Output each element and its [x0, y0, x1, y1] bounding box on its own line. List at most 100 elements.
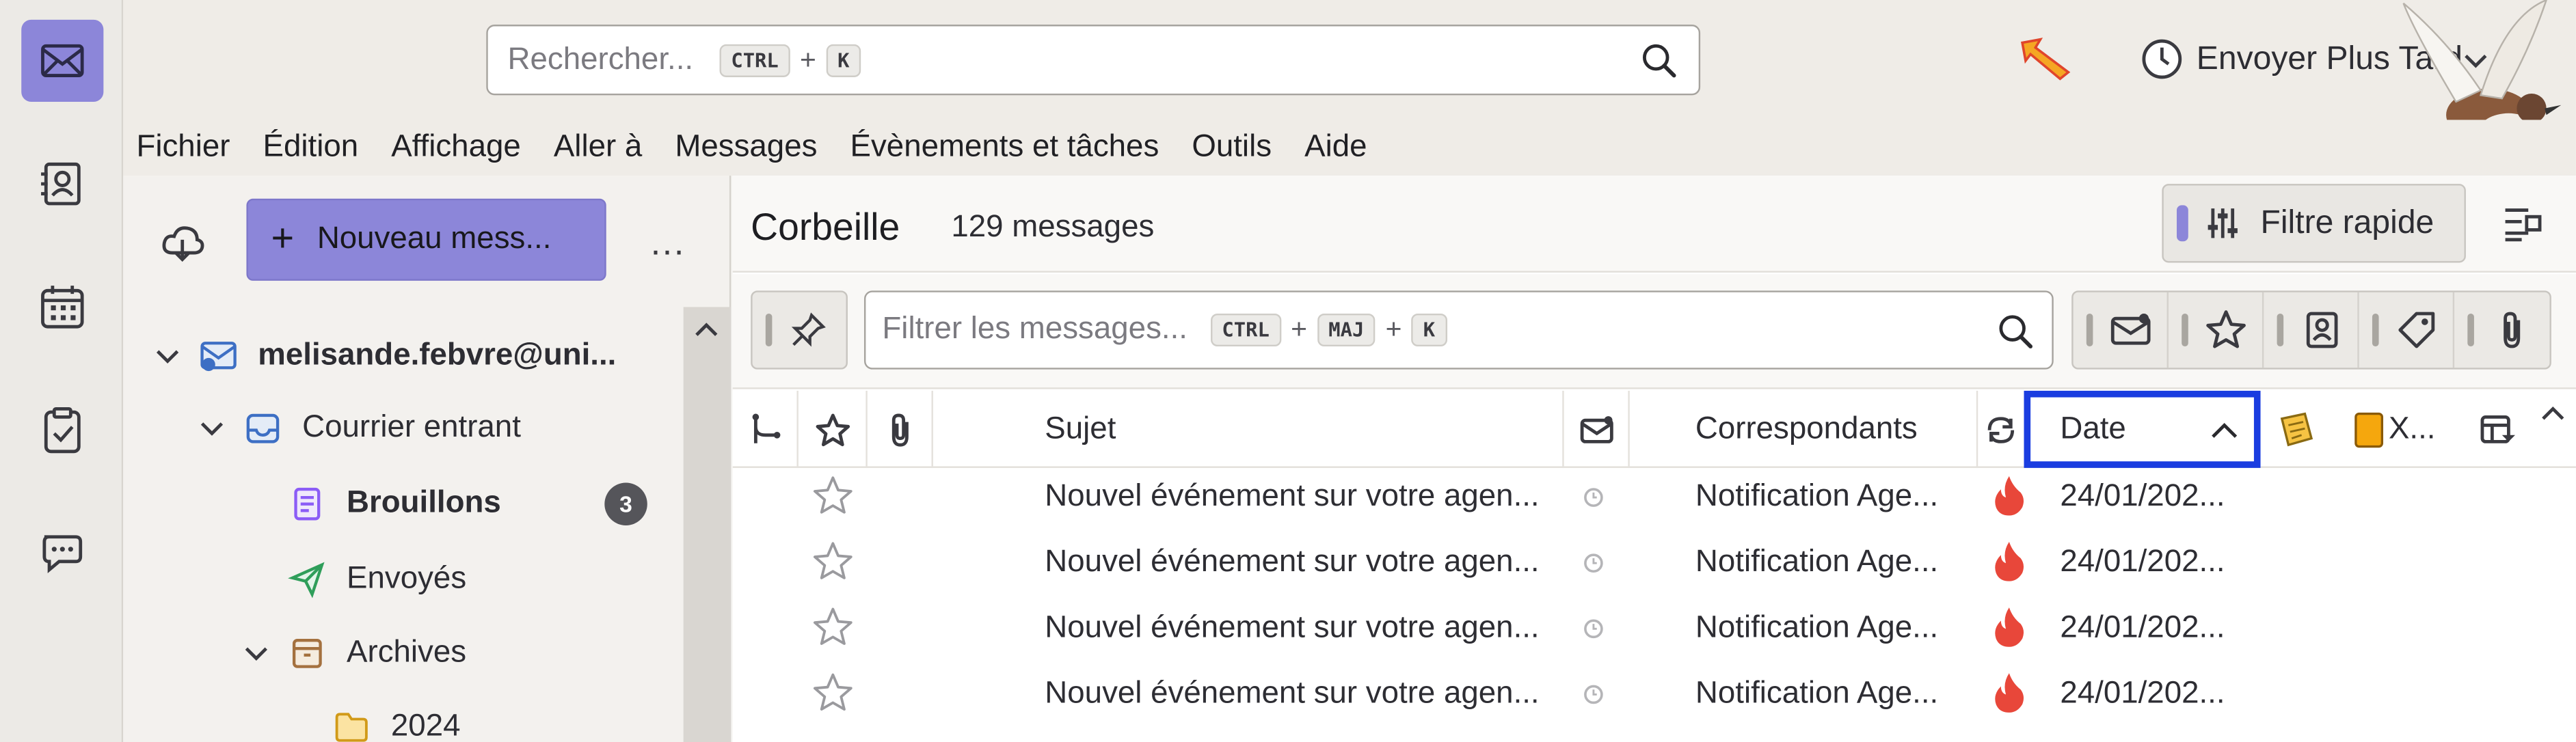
row-correspondent: Notification Age...: [1695, 545, 1939, 580]
flame-icon: [1995, 607, 2024, 647]
thread-column-headers: Sujet Correspondants Date X...: [732, 390, 2576, 468]
calendar-space-button[interactable]: [21, 266, 103, 348]
menu-view[interactable]: Affichage: [391, 130, 521, 166]
star-icon[interactable]: [811, 606, 854, 648]
star-icon[interactable]: [811, 672, 854, 714]
table-row[interactable]: Nouvel événement sur votre agen... Notif…: [733, 596, 2576, 661]
unread-column-icon: [1579, 415, 1613, 443]
chat-space-button[interactable]: [21, 512, 103, 594]
notes-column[interactable]: [2261, 391, 2333, 468]
menu-edit[interactable]: Édition: [263, 130, 359, 166]
junk-status-column[interactable]: [1978, 391, 2024, 468]
read-status-icon[interactable]: [1583, 488, 1603, 508]
row-correspondent: Notification Age...: [1695, 610, 1939, 646]
grip-handle: [2182, 313, 2188, 347]
date-column[interactable]: Date: [2024, 390, 2261, 468]
row-date: 24/01/202...: [2060, 479, 2225, 514]
star-icon[interactable]: [811, 474, 854, 517]
chevron-up-icon[interactable]: [2540, 400, 2566, 426]
read-status-icon[interactable]: [1583, 553, 1603, 573]
inbox-row[interactable]: Courrier entrant: [197, 396, 521, 461]
send-later-arrow-icon[interactable]: [2017, 36, 2074, 82]
sort-ascending-icon: [2212, 422, 2238, 438]
archives-row[interactable]: Archives: [241, 620, 466, 686]
account-row[interactable]: melisande.febvre@uni...: [152, 323, 616, 389]
extra-column-label: X...: [2388, 411, 2436, 446]
get-messages-cloud-icon[interactable]: [159, 220, 205, 266]
flame-icon: [1995, 541, 2024, 581]
search-icon[interactable]: [1639, 41, 1679, 81]
new-message-label: Nouveau mess...: [317, 221, 552, 256]
folder-pane-scrollbar[interactable]: [683, 307, 732, 742]
filter-shortcut-ctrl: CTRL: [1210, 313, 1281, 347]
filter-contact-toggle[interactable]: [2264, 292, 2359, 368]
star-icon[interactable]: [811, 540, 854, 583]
display-options-icon[interactable]: [2502, 204, 2545, 246]
filter-unread-toggle[interactable]: [2074, 292, 2169, 368]
sticky-filter-button[interactable]: [751, 290, 848, 370]
unread-column[interactable]: [1564, 390, 1630, 468]
row-date: 24/01/202...: [2060, 610, 2225, 646]
tasks-icon: [44, 407, 81, 454]
address-book-space-button[interactable]: [21, 143, 103, 225]
menu-go[interactable]: Aller à: [554, 130, 642, 166]
menu-tools[interactable]: Outils: [1192, 130, 1272, 166]
tasks-space-button[interactable]: [21, 389, 103, 471]
chat-icon: [42, 535, 83, 573]
search-icon[interactable]: [1996, 312, 2036, 352]
column-picker[interactable]: [2465, 391, 2530, 468]
filter-placeholder: Filtrer les messages...: [882, 312, 1188, 347]
filter-shortcut-maj: MAJ: [1317, 313, 1376, 347]
filter-tags-toggle[interactable]: [2359, 292, 2455, 368]
sent-row[interactable]: Envoyés: [288, 547, 466, 612]
menu-message[interactable]: Messages: [675, 130, 817, 166]
chevron-down-icon[interactable]: [152, 342, 182, 371]
row-subject: Nouvel événement sur votre agen...: [1045, 545, 1540, 580]
chevron-down-icon[interactable]: [197, 414, 226, 443]
flame-icon: [1995, 476, 2024, 516]
chevron-up-icon[interactable]: [693, 317, 719, 343]
account-mail-icon: [200, 342, 237, 372]
flame-icon: [1995, 673, 2024, 713]
mail-space-button[interactable]: [21, 19, 104, 102]
note-color-icon: [2354, 411, 2384, 448]
new-message-button[interactable]: + Nouveau mess...: [246, 198, 606, 281]
grip-handle: [2277, 313, 2284, 347]
global-search-input[interactable]: Rechercher... CTRL + K: [486, 25, 1701, 96]
filter-shortcut-plus-2: +: [1385, 313, 1402, 345]
plus-icon: +: [271, 217, 295, 262]
correspondents-column[interactable]: Correspondants: [1630, 390, 1978, 468]
drafts-unread-badge: 3: [604, 482, 647, 525]
menu-events-tasks[interactable]: Évènements et tâches: [850, 130, 1159, 166]
archives-label: Archives: [347, 635, 467, 670]
threads-column[interactable]: [733, 390, 799, 468]
folder-name: Corbeille: [751, 205, 900, 248]
spaces-toolbar: [0, 0, 124, 742]
chevron-down-icon[interactable]: [241, 639, 271, 668]
folder-2024-row[interactable]: 2024: [332, 694, 461, 742]
extra-column[interactable]: X...: [2333, 391, 2464, 468]
read-status-icon[interactable]: [1583, 685, 1603, 704]
drafts-row[interactable]: Brouillons: [288, 471, 501, 537]
filter-messages-input[interactable]: Filtrer les messages... CTRL + MAJ + K: [863, 290, 2054, 370]
table-row[interactable]: Nouvel événement sur votre agen... Notif…: [733, 465, 2576, 530]
quick-filter-button[interactable]: Filtre rapide: [2162, 184, 2466, 263]
row-correspondent: Notification Age...: [1695, 479, 1939, 514]
filter-attachment-toggle[interactable]: [2454, 292, 2549, 368]
table-row[interactable]: Nouvel événement sur votre agen... Notif…: [733, 530, 2576, 596]
read-status-icon[interactable]: [1583, 619, 1603, 639]
table-row[interactable]: Nouvel événement sur votre agen... Notif…: [733, 661, 2576, 727]
message-count: 129 messages: [951, 210, 1155, 245]
attachment-column[interactable]: [868, 390, 933, 468]
folder-pane-more-button[interactable]: ...: [651, 221, 686, 264]
subject-column[interactable]: Sujet: [933, 390, 1564, 468]
inbox-icon: [246, 413, 280, 443]
mail-icon: [41, 44, 84, 77]
filter-starred-toggle[interactable]: [2169, 292, 2264, 368]
starred-column[interactable]: [799, 390, 868, 468]
menu-help[interactable]: Aide: [1304, 130, 1367, 166]
menu-file[interactable]: Fichier: [136, 130, 230, 166]
inbox-label: Courrier entrant: [302, 410, 521, 445]
subject-column-label: Sujet: [1045, 411, 1116, 446]
thread-pane-header: Corbeille 129 messages Filtre rapide: [732, 176, 2576, 273]
